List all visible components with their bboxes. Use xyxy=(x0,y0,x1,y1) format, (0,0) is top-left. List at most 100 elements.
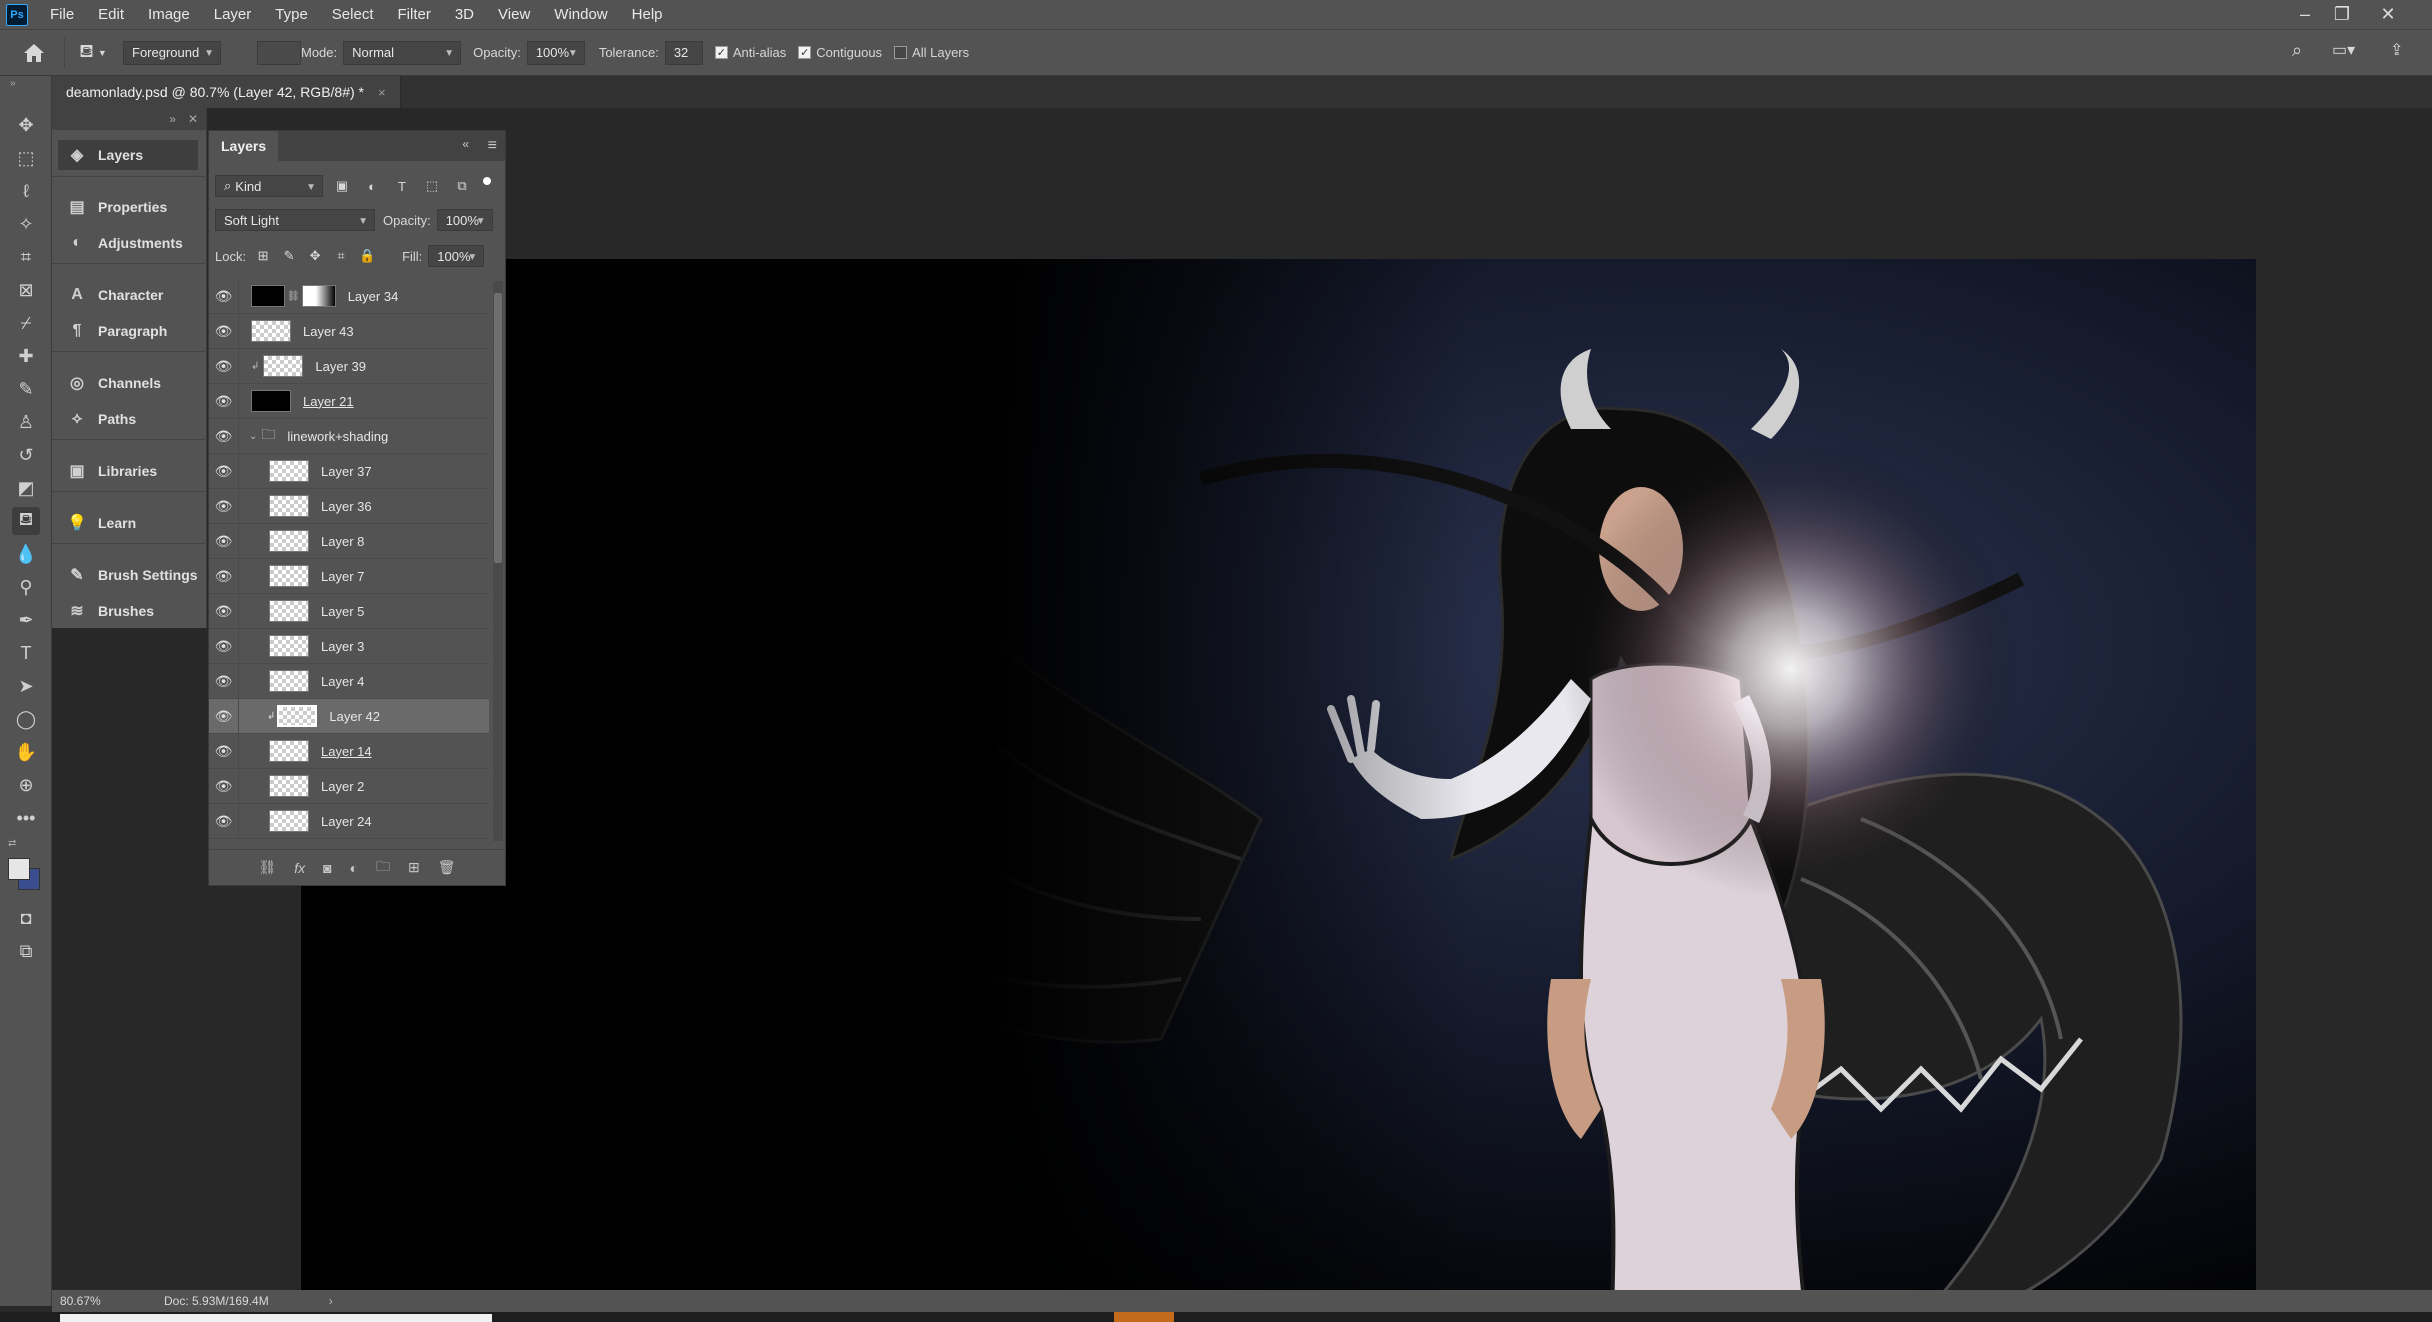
link-layers-icon[interactable]: ⛓ xyxy=(258,859,276,876)
layer-row-layer-24[interactable]: 👁 Layer 24 xyxy=(209,803,489,839)
dock-libraries[interactable]: ▣ Libraries xyxy=(58,456,198,486)
magic-wand-tool-icon[interactable]: ✧ xyxy=(12,210,40,238)
lock-image-icon[interactable]: ✎ xyxy=(280,247,298,265)
foreground-color-swatch[interactable] xyxy=(8,858,30,880)
filter-kind-dropdown[interactable]: ⌕ Kind ▼ xyxy=(215,175,323,197)
visibility-eye-icon[interactable]: 👁 xyxy=(209,803,239,839)
restore-icon[interactable]: ❐ xyxy=(2322,0,2362,29)
contiguous-option[interactable]: ✓ Contiguous xyxy=(798,45,882,60)
layer-row-layer-39[interactable]: 👁 ↲ Layer 39 xyxy=(209,348,489,384)
dock-brushes[interactable]: ≋ Brushes xyxy=(58,596,198,626)
move-tool-icon[interactable]: ✥ xyxy=(12,111,40,139)
quick-mask-icon[interactable]: ◘ xyxy=(12,904,40,932)
ellipse-tool-icon[interactable]: ◯ xyxy=(12,705,40,733)
lock-position-icon[interactable]: ✥ xyxy=(306,247,324,265)
type-tool-icon[interactable]: T xyxy=(12,639,40,667)
menu-file[interactable]: File xyxy=(38,0,86,29)
visibility-eye-icon[interactable]: 👁 xyxy=(209,593,239,629)
close-tab-icon[interactable]: × xyxy=(378,85,386,100)
home-icon[interactable] xyxy=(12,31,56,75)
fill-field[interactable]: 100% ▼ xyxy=(428,245,485,267)
menu-help[interactable]: Help xyxy=(620,0,675,29)
layer-row-layer-3[interactable]: 👁 Layer 3 xyxy=(209,628,489,664)
lock-all-icon[interactable]: 🔒 xyxy=(358,247,376,265)
swap-colors-icon[interactable]: ⇄ xyxy=(8,838,16,849)
document-tab[interactable]: deamonlady.psd @ 80.7% (Layer 42, RGB/8#… xyxy=(52,76,401,108)
visibility-eye-icon[interactable]: 👁 xyxy=(209,453,239,489)
filter-pixel-icon[interactable]: ▣ xyxy=(333,177,351,195)
dock-layers[interactable]: ◈ Layers xyxy=(58,140,198,170)
layer-opacity-field[interactable]: 100% ▼ xyxy=(436,209,493,231)
antialias-checkbox[interactable]: ✓ xyxy=(714,46,728,59)
visibility-eye-icon[interactable]: 👁 xyxy=(209,523,239,559)
frame-tool-icon[interactable]: ⊠ xyxy=(12,276,40,304)
filter-adjustment-icon[interactable]: ◐ xyxy=(363,177,381,195)
filter-smart-object-icon[interactable]: ⧉ xyxy=(453,177,471,195)
path-selection-tool-icon[interactable]: ➤ xyxy=(12,672,40,700)
opacity-field[interactable]: 100% ▼ xyxy=(526,40,585,65)
layer-row-layer-34[interactable]: 👁 ⛓ Layer 34 xyxy=(209,278,489,314)
menu-select[interactable]: Select xyxy=(320,0,386,29)
antialias-option[interactable]: ✓ Anti-alias xyxy=(714,45,786,60)
layer-style-fx-icon[interactable]: fx xyxy=(294,860,305,876)
healing-brush-tool-icon[interactable]: ✚ xyxy=(12,342,40,370)
workspace-icon[interactable]: ▭▾ xyxy=(2332,40,2355,60)
visibility-eye-icon[interactable]: 👁 xyxy=(209,383,239,419)
zoom-tool-icon[interactable]: ⊕ xyxy=(12,771,40,799)
visibility-eye-icon[interactable]: 👁 xyxy=(209,278,239,314)
tab-layers[interactable]: Layers xyxy=(209,131,279,161)
stamp-tool-icon[interactable]: ♙ xyxy=(12,408,40,436)
search-icon[interactable]: ⌕ xyxy=(2292,40,2302,61)
dock-properties[interactable]: ▤ Properties xyxy=(58,192,198,222)
layer-row-layer-37[interactable]: 👁 Layer 37 xyxy=(209,453,489,489)
crop-tool-icon[interactable]: ⌗ xyxy=(12,243,40,271)
dock-learn[interactable]: 💡 Learn xyxy=(58,508,198,538)
visibility-eye-icon[interactable]: 👁 xyxy=(209,418,239,454)
delete-layer-icon[interactable]: 🗑 xyxy=(438,859,456,876)
adjustment-layer-icon[interactable]: ◐ xyxy=(350,860,358,876)
mode-dropdown[interactable]: Normal ▼ xyxy=(343,40,462,65)
lock-artboard-icon[interactable]: ⌗ xyxy=(332,247,350,265)
layer-row-layer-42[interactable]: 👁 ↲ Layer 42 xyxy=(209,698,489,734)
visibility-eye-icon[interactable]: 👁 xyxy=(209,313,239,349)
dock-brush-settings[interactable]: ✎ Brush Settings xyxy=(58,560,198,590)
dock-channels[interactable]: ◎ Channels xyxy=(58,368,198,398)
eraser-tool-icon[interactable]: ◩ xyxy=(12,474,40,502)
visibility-eye-icon[interactable]: 👁 xyxy=(209,663,239,699)
visibility-eye-icon[interactable]: 👁 xyxy=(209,768,239,804)
close-window-icon[interactable]: ✕ xyxy=(2368,0,2408,29)
menu-window[interactable]: Window xyxy=(542,0,619,29)
menu-edit[interactable]: Edit xyxy=(86,0,136,29)
all-layers-option[interactable]: All Layers xyxy=(894,45,969,60)
menu-filter[interactable]: Filter xyxy=(386,0,443,29)
paint-bucket-preset-icon[interactable]: ⛾ ▼ xyxy=(73,38,113,68)
layer-row-layer-43[interactable]: 👁 Layer 43 xyxy=(209,313,489,349)
taskbar-active-item[interactable] xyxy=(1114,1312,1174,1322)
menu-image[interactable]: Image xyxy=(136,0,202,29)
new-group-icon[interactable]: 🗀 xyxy=(376,856,390,880)
history-brush-tool-icon[interactable]: ↺ xyxy=(12,441,40,469)
filter-type-icon[interactable]: T xyxy=(393,177,411,195)
more-tools-icon[interactable]: ••• xyxy=(12,804,40,832)
dock-paths[interactable]: ⟡ Paths xyxy=(58,404,198,434)
dock-paragraph[interactable]: ¶ Paragraph xyxy=(58,316,198,346)
hand-tool-icon[interactable]: ✋ xyxy=(12,738,40,766)
eyedropper-tool-icon[interactable]: ⌿ xyxy=(12,309,40,337)
layer-group-linework-shading[interactable]: 👁 ⌄ 🗀 linework+shading xyxy=(209,418,489,454)
visibility-eye-icon[interactable]: 👁 xyxy=(209,628,239,664)
layer-row-layer-4[interactable]: 👁 Layer 4 xyxy=(209,663,489,699)
menu-type[interactable]: Type xyxy=(263,0,320,29)
layer-row-layer-8[interactable]: 👁 Layer 8 xyxy=(209,523,489,559)
layer-row-layer-14[interactable]: 👁 Layer 14 xyxy=(209,733,489,769)
visibility-eye-icon[interactable]: 👁 xyxy=(209,698,239,734)
visibility-eye-icon[interactable]: 👁 xyxy=(209,558,239,594)
artwork-canvas[interactable] xyxy=(301,259,2256,1322)
layer-row-layer-36[interactable]: 👁 Layer 36 xyxy=(209,488,489,524)
menu-view[interactable]: View xyxy=(486,0,542,29)
blend-mode-dropdown[interactable]: Soft Light ▼ xyxy=(215,209,375,231)
contiguous-checkbox[interactable]: ✓ xyxy=(798,46,812,59)
zoom-level[interactable]: 80.67% xyxy=(60,1294,140,1308)
share-icon[interactable]: ⇪ xyxy=(2390,40,2403,60)
layer-row-layer-21[interactable]: 👁 Layer 21 xyxy=(209,383,489,419)
brush-tool-icon[interactable]: ✎ xyxy=(12,375,40,403)
